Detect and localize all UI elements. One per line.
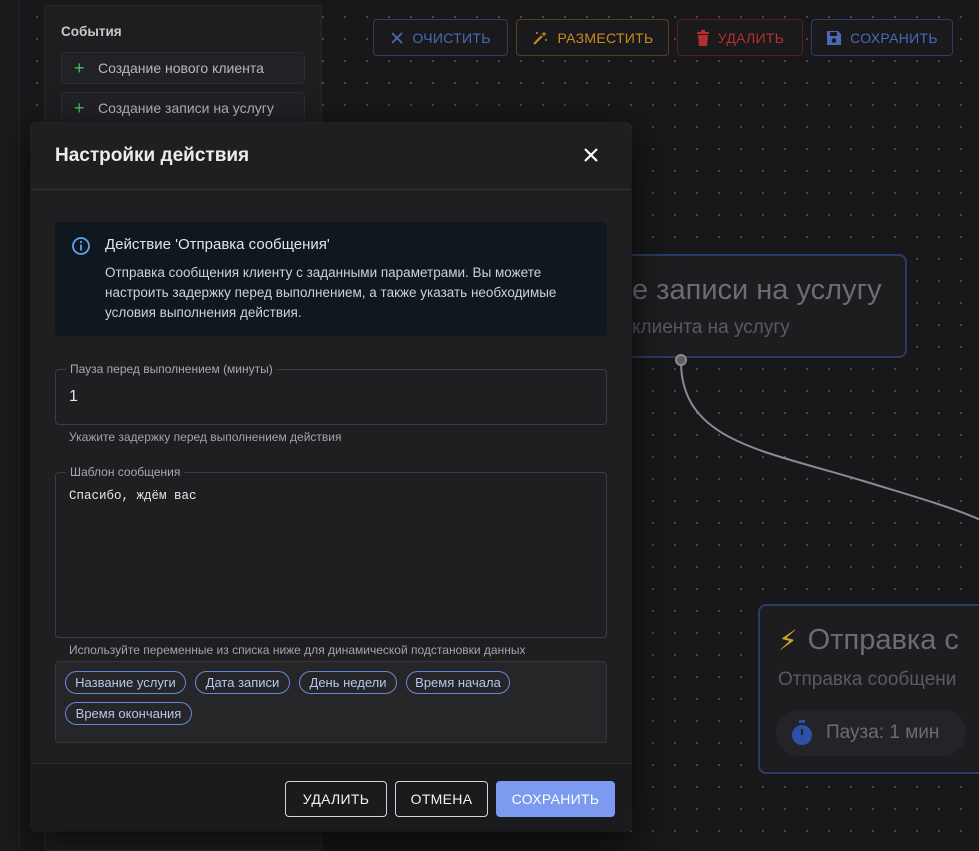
info-title: Действие 'Отправка сообщения' <box>105 236 330 253</box>
sidebar-item-label: Создание записи на услугу <box>98 100 274 116</box>
pause-input[interactable] <box>69 388 569 406</box>
node-output-handle[interactable] <box>675 354 687 366</box>
lightning-icon: ⚡ <box>778 625 798 656</box>
close-icon[interactable] <box>581 145 601 165</box>
close-icon <box>391 31 403 44</box>
variable-chip[interactable]: Дата записи <box>195 671 290 694</box>
modal-save-button[interactable]: СОХРАНИТЬ <box>496 781 615 817</box>
template-helper-text: Используйте переменные из списка ниже дл… <box>69 643 526 657</box>
modal-title: Настройки действия <box>55 145 250 166</box>
template-field-label: Шаблон сообщения <box>66 465 185 479</box>
pause-field-label: Пауза перед выполнением (минуты) <box>66 362 277 376</box>
delete-button[interactable]: УДАЛИТЬ <box>677 19 803 56</box>
modal-delete-button[interactable]: УДАЛИТЬ <box>285 781 387 817</box>
action-node-subtitle: Отправка сообщени <box>778 669 957 690</box>
plus-icon: + <box>74 98 85 118</box>
save-button-label: СОХРАНИТЬ <box>850 29 938 46</box>
variable-chip[interactable]: Время окончания <box>65 702 192 725</box>
save-button[interactable]: СОХРАНИТЬ <box>811 19 953 56</box>
modal-footer: УДАЛИТЬ ОТМЕНА СОХРАНИТЬ <box>31 763 631 831</box>
pause-chip-label: Пауза: 1 мин <box>826 722 940 743</box>
sidebar-item-label: Создание нового клиента <box>98 60 264 76</box>
action-node[interactable]: ⚡ Отправка с Отправка сообщени Пауза: 1 … <box>758 604 979 774</box>
variable-chip[interactable]: Название услуги <box>65 671 186 694</box>
sidebar-item-new-client[interactable]: + Создание нового клиента <box>61 52 305 84</box>
stopwatch-icon <box>792 720 812 745</box>
clear-button[interactable]: ОЧИСТИТЬ <box>373 19 508 56</box>
plus-icon: + <box>74 58 85 78</box>
modal-header: Настройки действия <box>31 123 631 190</box>
sidebar-title: События <box>61 24 122 39</box>
magic-wand-icon <box>533 30 548 45</box>
pause-field[interactable]: Пауза перед выполнением (минуты) <box>55 362 607 425</box>
action-settings-modal: Настройки действия Действие 'Отправка со… <box>31 123 631 831</box>
variable-chip[interactable]: День недели <box>299 671 397 694</box>
pause-helper-text: Укажите задержку перед выполнением дейст… <box>69 430 342 444</box>
arrange-button[interactable]: РАЗМЕСТИТЬ <box>516 19 669 56</box>
action-node-title: ⚡ Отправка с <box>778 624 959 657</box>
delete-button-label: УДАЛИТЬ <box>717 29 785 46</box>
trash-icon <box>696 29 709 46</box>
modal-cancel-button[interactable]: ОТМЕНА <box>395 781 488 817</box>
template-field[interactable]: Шаблон сообщения Спасибо, ждём вас <box>55 465 607 638</box>
action-node-title-text: Отправка с <box>807 624 959 656</box>
template-textarea[interactable]: Спасибо, ждём вас <box>69 489 589 629</box>
variables-list: Название услуги Дата записи День недели … <box>55 661 607 743</box>
event-node-subtitle: клиента на услугу <box>632 317 790 338</box>
floppy-disk-icon <box>827 30 842 45</box>
info-text: Отправка сообщения клиенту с заданными п… <box>105 265 557 320</box>
variable-chip[interactable]: Время начала <box>406 671 510 694</box>
sidebar-item-new-booking[interactable]: + Создание записи на услугу <box>61 92 305 124</box>
info-alert: Действие 'Отправка сообщения' Отправка с… <box>55 222 607 336</box>
info-icon <box>72 237 90 255</box>
clear-button-label: ОЧИСТИТЬ <box>412 29 491 46</box>
arrange-button-label: РАЗМЕСТИТЬ <box>557 29 654 46</box>
event-node-title: е записи на услугу <box>632 274 882 306</box>
pause-chip: Пауза: 1 мин <box>776 710 966 756</box>
